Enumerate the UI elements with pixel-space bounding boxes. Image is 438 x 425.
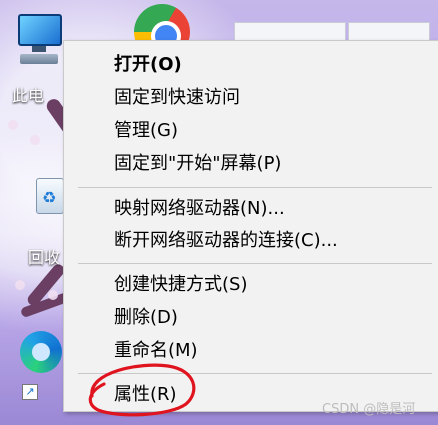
shortcut-arrow-icon: ↗ [22,384,38,400]
this-pc-icon[interactable] [12,8,68,84]
menu-item-pin-quick-access[interactable]: 固定到快速访问 [64,82,438,114]
this-pc-label[interactable]: 此电 [12,82,44,106]
menu-item-disconnect-drive[interactable]: 断开网络驱动器的连接(C)... [64,225,438,257]
menu-item-delete[interactable]: 删除(D) [64,302,438,334]
menu-item-manage[interactable]: 管理(G) [64,115,438,147]
recycle-bin-label[interactable]: 回收 [28,244,60,268]
watermark-text: CSDN @隐是河 [322,402,416,417]
menu-separator [78,263,432,264]
menu-item-rename[interactable]: 重命名(M) [64,335,438,367]
menu-item-label: 固定到"开始"屏幕(P) [114,153,282,174]
petal-decoration [30,135,40,145]
context-menu: 打开(O) 固定到快速访问 管理(G) 固定到"开始"屏幕(P) 映射网络驱动器… [63,40,438,412]
petal-decoration [8,120,18,130]
petal-decoration [15,280,25,290]
recycle-symbol-icon: ♻ [42,188,57,207]
edge-browser-icon[interactable] [18,325,64,385]
menu-item-label: 创建快捷方式(S) [114,274,248,295]
menu-item-map-drive[interactable]: 映射网络驱动器(N)... [64,193,438,225]
menu-item-label: 固定到快速访问 [114,87,240,108]
monitor-stand [32,46,46,52]
menu-item-label: 属性(R) [114,384,177,405]
menu-item-label: 断开网络驱动器的连接(C)... [114,230,338,251]
menu-separator [78,187,432,188]
menu-item-open[interactable]: 打开(O) [64,49,438,81]
menu-item-label: 重命名(M) [114,340,198,361]
menu-item-label: 打开(O) [114,54,182,75]
menu-item-label: 删除(D) [114,307,178,328]
monitor-screen-icon [18,14,62,46]
menu-separator [78,373,432,374]
monitor-base [20,54,58,64]
edge-logo-center [32,343,50,361]
petal-decoration [48,290,58,300]
menu-item-pin-start[interactable]: 固定到"开始"屏幕(P) [64,148,438,180]
menu-item-label: 管理(G) [114,120,178,141]
menu-item-label: 映射网络驱动器(N)... [114,198,285,219]
menu-item-create-shortcut[interactable]: 创建快捷方式(S) [64,269,438,301]
